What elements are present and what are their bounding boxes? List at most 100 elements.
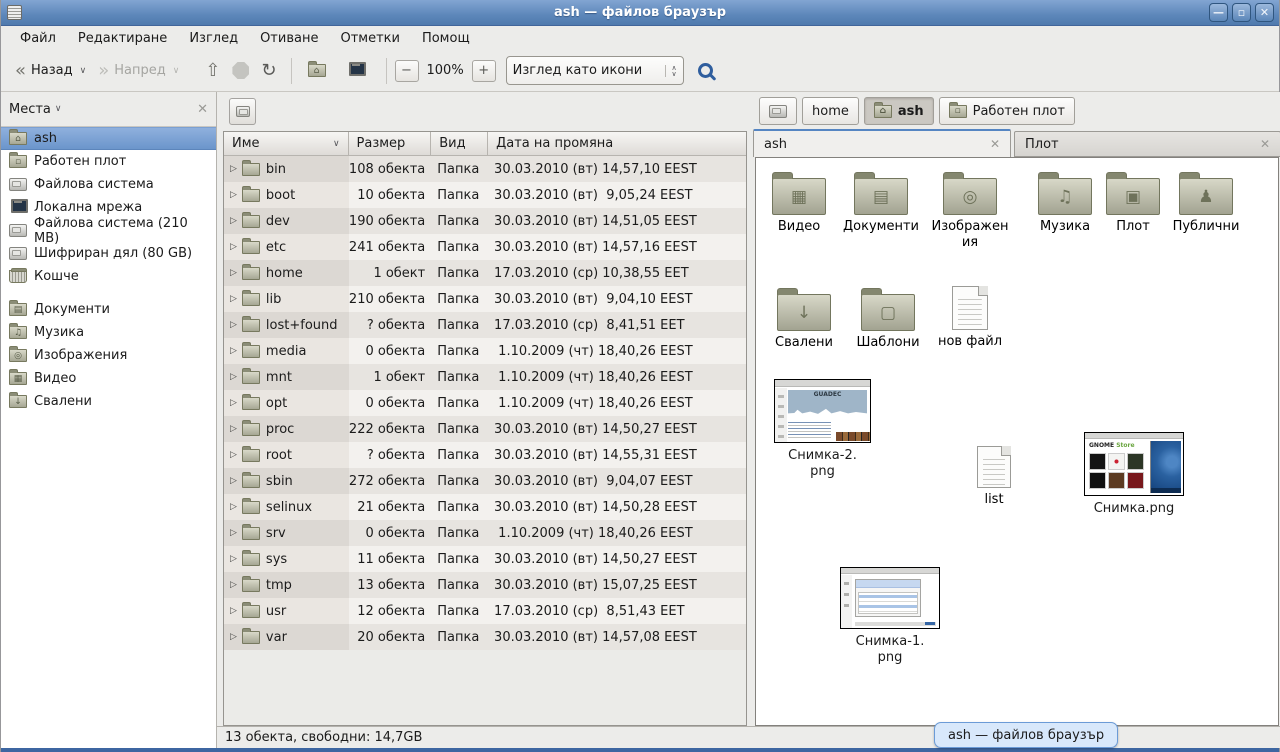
maximize-button[interactable]: ▫ [1232, 3, 1251, 22]
back-button[interactable]: « Назад ∨ [9, 58, 92, 84]
filesystem-root-button[interactable] [229, 98, 256, 125]
menu-help[interactable]: Помощ [413, 29, 479, 48]
table-row[interactable]: ▷ opt 0 обекта Папка 1.10.2009 (чт) 18,4… [224, 390, 746, 416]
table-row[interactable]: ▷ var 20 обекта Папка 30.03.2010 (вт) 14… [224, 624, 746, 650]
file-item-snimka[interactable]: GNOME Store Снимка.png [1084, 432, 1184, 517]
sidebar-item[interactable]: Файлова система [1, 173, 216, 196]
expander-icon[interactable]: ▷ [230, 320, 237, 330]
sidebar-item[interactable]: Музика [1, 321, 216, 344]
file-item-new-file[interactable]: нов файл [927, 286, 1013, 350]
menu-view[interactable]: Изглед [180, 29, 247, 48]
column-header-date[interactable]: Дата на промяна [488, 132, 746, 156]
table-row[interactable]: ▷ media 0 обекта Папка 1.10.2009 (чт) 18… [224, 338, 746, 364]
up-button[interactable]: ⇧ [199, 58, 226, 84]
expander-icon[interactable]: ▷ [230, 502, 237, 512]
close-button[interactable]: ✕ [1255, 3, 1274, 22]
stop-button[interactable] [226, 58, 255, 83]
menu-go[interactable]: Отиване [251, 29, 327, 48]
table-row[interactable]: ▷ srv 0 обекта Папка 1.10.2009 (чт) 18,4… [224, 520, 746, 546]
home-button[interactable] [300, 60, 339, 81]
expander-icon[interactable]: ▷ [230, 164, 237, 174]
table-row[interactable]: ▷ home 1 обект Папка 17.03.2010 (ср) 10,… [224, 260, 746, 286]
tab-ash[interactable]: ash ✕ [753, 129, 1011, 157]
column-header-type[interactable]: Вид [431, 132, 488, 156]
table-row[interactable]: ▷ mnt 1 обект Папка 1.10.2009 (чт) 18,40… [224, 364, 746, 390]
sidebar-item[interactable]: Кошче [1, 265, 216, 288]
tab-plot[interactable]: Плот ✕ [1014, 131, 1280, 157]
view-mode-select[interactable]: Изглед като икони ∧∨ [506, 56, 684, 85]
expander-icon[interactable]: ▷ [230, 242, 237, 252]
file-item-snimka-1[interactable]: Снимка-1.png [840, 567, 940, 666]
sidebar-header: Места ∨ ✕ [1, 92, 216, 127]
back-dropdown-icon[interactable]: ∨ [80, 66, 87, 76]
expander-icon[interactable]: ▷ [230, 372, 237, 382]
minimize-button[interactable]: — [1209, 3, 1228, 22]
file-item-templates[interactable]: ▢ Шаблони [845, 288, 931, 351]
file-item-snimka-2[interactable]: GUADEC Снимка-2.png [774, 379, 871, 480]
expander-icon[interactable]: ▷ [230, 528, 237, 538]
table-row[interactable]: ▷ lib 210 обекта Папка 30.03.2010 (вт) 9… [224, 286, 746, 312]
zoom-out-button[interactable]: − [395, 60, 419, 82]
menu-bookmarks[interactable]: Отметки [331, 29, 408, 48]
zoom-in-button[interactable]: + [472, 60, 496, 82]
sidebar-item[interactable]: Работен плот [1, 150, 216, 173]
sidebar-item[interactable]: Свалени [1, 390, 216, 413]
title-bar[interactable]: ash — файлов браузър — ▫ ✕ [1, 0, 1279, 26]
table-row[interactable]: ▷ etc 241 обекта Папка 30.03.2010 (вт) 1… [224, 234, 746, 260]
icon-view[interactable]: ▦ Видео ▤ Документи ◎ Изображения ♫ Музи… [755, 157, 1279, 726]
path-root-button[interactable] [759, 97, 797, 125]
path-ash-button[interactable]: ash [864, 97, 934, 125]
search-icon[interactable] [698, 63, 713, 78]
reload-button[interactable]: ↻ [255, 58, 282, 84]
table-row[interactable]: ▷ lost+found ? обекта Папка 17.03.2010 (… [224, 312, 746, 338]
table-row[interactable]: ▷ root ? обекта Папка 30.03.2010 (вт) 14… [224, 442, 746, 468]
file-item-video[interactable]: ▦ Видео [756, 172, 842, 235]
path-home-button[interactable]: home [802, 97, 859, 125]
sidebar-item[interactable]: Файлова система (210 MB) [1, 219, 216, 242]
expander-icon[interactable]: ▷ [230, 424, 237, 434]
expander-icon[interactable]: ▷ [230, 632, 237, 642]
table-row[interactable]: ▷ usr 12 обекта Папка 17.03.2010 (ср) 8,… [224, 598, 746, 624]
expander-icon[interactable]: ▷ [230, 606, 237, 616]
sidebar-item[interactable]: Изображения [1, 344, 216, 367]
expander-icon[interactable]: ▷ [230, 398, 237, 408]
table-row[interactable]: ▷ tmp 13 обекта Папка 30.03.2010 (вт) 15… [224, 572, 746, 598]
expander-icon[interactable]: ▷ [230, 476, 237, 486]
file-item-documents[interactable]: ▤ Документи [838, 172, 924, 235]
path-desktop-button[interactable]: Работен плот [939, 97, 1075, 125]
table-row[interactable]: ▷ sys 11 обекта Папка 30.03.2010 (вт) 14… [224, 546, 746, 572]
table-row[interactable]: ▷ sbin 272 обекта Папка 30.03.2010 (вт) … [224, 468, 746, 494]
menu-edit[interactable]: Редактиране [69, 29, 176, 48]
sidebar-title[interactable]: Места [9, 102, 51, 117]
expander-icon[interactable]: ▷ [230, 294, 237, 304]
file-item-list[interactable]: list [951, 446, 1037, 508]
computer-button[interactable] [339, 60, 378, 81]
chevron-down-icon[interactable]: ∨ [55, 104, 197, 114]
tab-close-icon[interactable]: ✕ [1260, 137, 1270, 151]
sidebar-item[interactable]: Шифриран дял (80 GB) [1, 242, 216, 265]
file-item-downloads[interactable]: ↓ Свалени [761, 288, 847, 351]
sidebar-item[interactable]: ash [1, 127, 216, 150]
expander-icon[interactable]: ▷ [230, 450, 237, 460]
column-header-name[interactable]: Име ∨ [224, 132, 349, 156]
sidebar-item[interactable]: Видео [1, 367, 216, 390]
table-row[interactable]: ▷ proc 222 обекта Папка 30.03.2010 (вт) … [224, 416, 746, 442]
expander-icon[interactable]: ▷ [230, 346, 237, 356]
forward-button[interactable]: » Напред ∨ [92, 58, 185, 84]
table-row[interactable]: ▷ dev 190 обекта Папка 30.03.2010 (вт) 1… [224, 208, 746, 234]
expander-icon[interactable]: ▷ [230, 268, 237, 278]
column-header-size[interactable]: Размер [349, 132, 432, 156]
expander-icon[interactable]: ▷ [230, 190, 237, 200]
file-item-pictures[interactable]: ◎ Изображения [928, 172, 1012, 251]
menu-file[interactable]: Файл [11, 29, 65, 48]
tab-close-icon[interactable]: ✕ [990, 137, 1000, 151]
expander-icon[interactable]: ▷ [230, 216, 237, 226]
table-row[interactable]: ▷ selinux 21 обекта Папка 30.03.2010 (вт… [224, 494, 746, 520]
sidebar-item[interactable]: Документи [1, 298, 216, 321]
table-row[interactable]: ▷ boot 10 обекта Папка 30.03.2010 (вт) 9… [224, 182, 746, 208]
expander-icon[interactable]: ▷ [230, 554, 237, 564]
table-row[interactable]: ▷ bin 108 обекта Папка 30.03.2010 (вт) 1… [224, 156, 746, 182]
expander-icon[interactable]: ▷ [230, 580, 237, 590]
sidebar-close-icon[interactable]: ✕ [197, 102, 208, 117]
file-item-public[interactable]: ♟ Публични [1163, 172, 1249, 235]
